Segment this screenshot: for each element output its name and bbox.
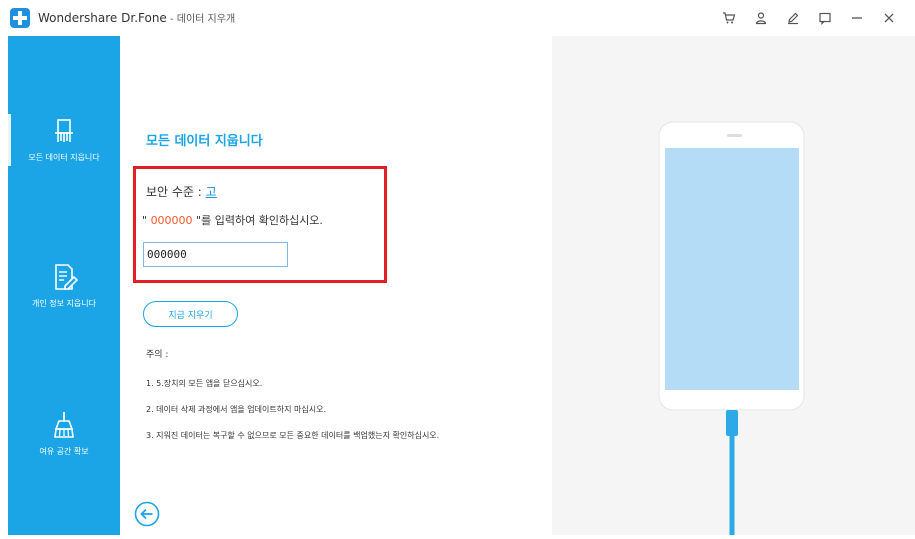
sidebar-item-label: 모든 데이터 지웁니다 [28, 153, 100, 162]
phone-illustration [658, 121, 805, 535]
cart-icon[interactable] [713, 6, 745, 30]
minimize-icon[interactable] [841, 6, 873, 30]
erase-now-button[interactable]: 지금 지우기 [143, 301, 238, 327]
phone-screen [665, 148, 799, 390]
edit-icon[interactable] [777, 6, 809, 30]
app-name: Wondershare Dr.Fone [38, 11, 167, 25]
main-panel: 모든 데이터 지웁니다 보안 수준 : 고 " 000000 "를 입력하여 확… [120, 36, 552, 535]
erase-all-icon [55, 119, 73, 142]
app-title: Wondershare Dr.Fone - 데이터 지우개 [38, 10, 235, 25]
page-title: 모든 데이터 지웁니다 [146, 134, 263, 149]
app-logo-icon [10, 8, 30, 28]
note-title: 주의 : [146, 350, 169, 360]
sidebar-item-label: 개인 정보 지웁니다 [32, 299, 96, 308]
confirm-code-input[interactable] [143, 242, 288, 267]
note-item: 1. 5.장치의 모든 앱을 닫으십시오. [146, 379, 263, 388]
note-item: 3. 지워진 데이터는 복구할 수 없으므로 모든 중요한 데이터를 백업했는지… [146, 431, 440, 440]
sidebar-item-erase-all-data[interactable]: 모든 데이터 지웁니다 [8, 116, 120, 163]
broom-icon [54, 412, 74, 438]
sidebar-item-free-up-space[interactable]: 여유 공간 확보 [8, 410, 120, 457]
private-data-icon [55, 264, 79, 290]
confirm-code: 000000 [150, 214, 193, 227]
user-icon[interactable] [745, 6, 777, 30]
security-level-row: 보안 수준 : 고 [146, 183, 217, 200]
device-illustration-panel [552, 36, 915, 535]
note-item: 2. 데이터 삭제 과정에서 앱을 업데이트하지 마십시오. [146, 405, 326, 414]
window-controls [713, 6, 905, 30]
sidebar: 모든 데이터 지웁니다 개인 정보 지웁니다 여유 공간 확보 [8, 36, 120, 535]
app-subtitle: - 데이터 지우개 [166, 14, 236, 25]
title-bar: Wondershare Dr.Fone - 데이터 지우개 [0, 0, 915, 36]
close-icon[interactable] [873, 6, 905, 30]
phone-speaker [727, 134, 742, 137]
usb-cable [729, 436, 735, 535]
sidebar-item-label: 여유 공간 확보 [39, 447, 89, 456]
confirm-prefix: " [142, 214, 151, 227]
confirm-instruction: " 000000 "를 입력하여 확인하십시오. [142, 212, 323, 228]
security-level-label: 보안 수준 : [146, 185, 206, 199]
security-level-link[interactable]: 고 [206, 185, 217, 199]
cable-plug [726, 410, 738, 436]
feedback-icon[interactable] [809, 6, 841, 30]
sidebar-item-erase-private-data[interactable]: 개인 정보 지웁니다 [8, 262, 120, 309]
confirm-suffix: "를 입력하여 확인하십시오. [192, 214, 323, 227]
back-arrow-icon[interactable] [134, 501, 160, 527]
